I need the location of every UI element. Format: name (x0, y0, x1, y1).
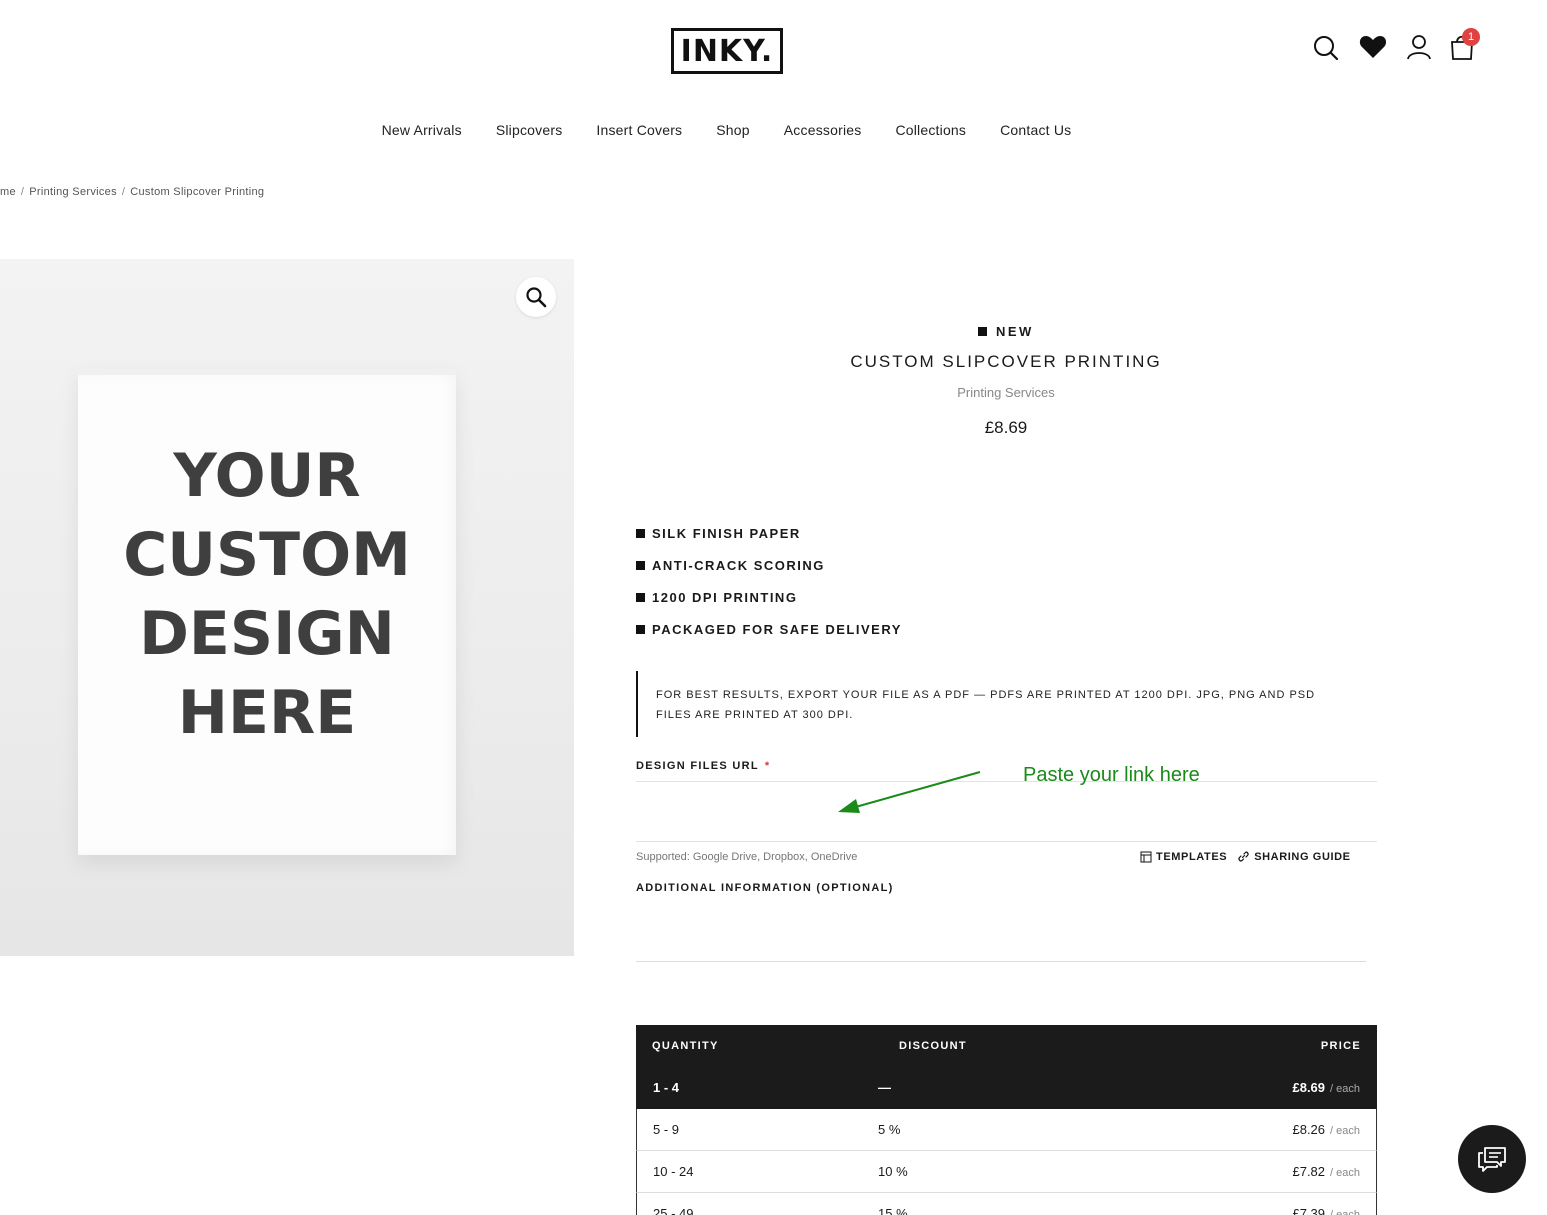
nav-item-collections[interactable]: Collections (895, 122, 966, 138)
slipcover-mockup: YOUR CUSTOM DESIGN HERE (78, 369, 456, 855)
mockup-text: YOUR CUSTOM DESIGN HERE (123, 441, 411, 748)
sharing-guide-link[interactable]: SHARING GUIDE (1237, 850, 1350, 863)
table-row[interactable]: 1 - 4 — £8.69/ each (636, 1067, 1377, 1109)
design-url-input[interactable] (636, 781, 1377, 842)
new-badge: NEW (978, 324, 1034, 339)
cart-count-badge: 1 (1462, 28, 1480, 46)
table-row[interactable]: 25 - 49 15 % £7.39/ each (636, 1193, 1377, 1215)
search-icon[interactable] (1309, 31, 1341, 63)
nav-item-slipcovers[interactable]: Slipcovers (496, 122, 563, 138)
main-nav: New Arrivals Slipcovers Insert Covers Sh… (0, 122, 1453, 138)
user-icon[interactable] (1403, 31, 1435, 63)
product-image[interactable]: YOUR CUSTOM DESIGN HERE (0, 259, 574, 956)
breadcrumb-home[interactable]: me (0, 186, 16, 198)
product-price: £8.69 (984, 418, 1028, 437)
table-row[interactable]: 5 - 9 5 % £8.26/ each (636, 1109, 1377, 1151)
breadcrumb: me / Printing Services / Custom Slipcover Pr… (0, 186, 265, 198)
nav-item-accessories[interactable]: Accessories (784, 122, 862, 138)
nav-item-new-arrivals[interactable]: New Arrivals (382, 122, 462, 138)
feature-item: PACKAGED FOR SAFE DELIVERY (636, 622, 902, 654)
link-icon (1238, 851, 1249, 862)
nav-item-insert-covers[interactable]: Insert Covers (596, 122, 682, 138)
heart-icon[interactable] (1357, 31, 1389, 63)
supported-services: Supported: Google Drive, Dropbox, OneDri… (636, 851, 858, 863)
feature-item: 1200 DPI PRINTING (636, 590, 902, 622)
paste-link-annotation: Paste your link here (1023, 764, 1200, 786)
annotation-arrow-icon (838, 771, 981, 813)
file-format-note: FOR BEST RESULTS, EXPORT YOUR FILE AS A … (636, 671, 1366, 737)
design-url-label: DESIGN FILES URL * (636, 760, 771, 772)
additional-info-input[interactable] (636, 900, 1366, 962)
zoom-icon (526, 287, 547, 308)
table-header: QUANTITY DISCOUNT PRICE (636, 1025, 1377, 1067)
nav-item-contact-us[interactable]: Contact Us (1000, 122, 1071, 138)
product-title: CUSTOM SLIPCOVER PRINTING (850, 352, 1162, 371)
additional-info-label: ADDITIONAL INFORMATION (OPTIONAL) (636, 882, 894, 894)
helper-links: TEMPLATES SHARING GUIDE (1140, 850, 1351, 863)
feature-item: SILK FINISH PAPER (636, 526, 902, 558)
feature-item: ANTI-CRACK SCORING (636, 558, 902, 590)
nav-item-shop[interactable]: Shop (716, 122, 750, 138)
zoom-button[interactable] (516, 277, 556, 317)
chat-icon (1478, 1147, 1506, 1172)
feature-list: SILK FINISH PAPER ANTI-CRACK SCORING 120… (636, 526, 902, 654)
table-row[interactable]: 10 - 24 10 % £7.82/ each (636, 1151, 1377, 1193)
templates-link[interactable]: TEMPLATES (1140, 850, 1227, 863)
site-logo[interactable]: INKY. (671, 28, 783, 74)
breadcrumb-current: Custom Slipcover Printing (130, 186, 265, 198)
template-icon (1140, 851, 1152, 862)
product-category[interactable]: Printing Services (636, 385, 1376, 400)
chat-button[interactable] (1458, 1125, 1526, 1193)
breadcrumb-printing-services[interactable]: Printing Services (29, 186, 117, 198)
quantity-pricing-table: QUANTITY DISCOUNT PRICE 1 - 4 — £8.69/ e… (636, 1025, 1377, 1215)
